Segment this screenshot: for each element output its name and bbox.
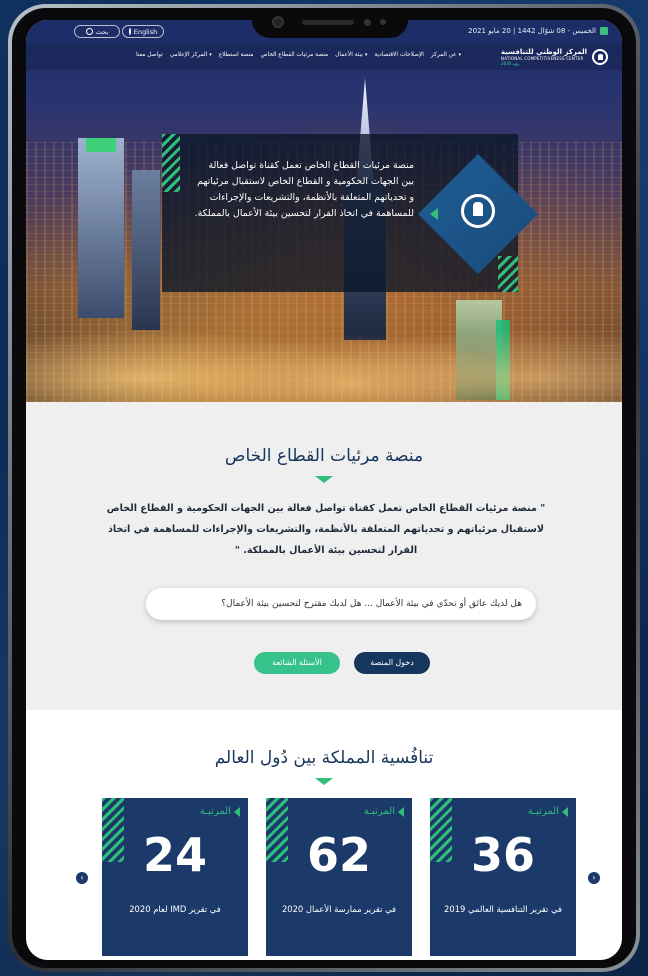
section-title: تنافُسية المملكة بين دُول العالم	[214, 748, 434, 768]
tablet-notch	[252, 8, 408, 38]
slider-next-button[interactable]: ›	[588, 872, 600, 884]
platform-section: منصة مرئيات القطاع الخاص " منصة مرئيات ا…	[26, 402, 622, 710]
rank-value: 24	[142, 828, 207, 882]
emblem-icon	[592, 49, 608, 65]
rank-value: 36	[470, 828, 535, 882]
rank-card[interactable]: المرتبـة 62 في تقرير ممارسة الأعمال 2020	[266, 798, 418, 960]
search-label: بحث	[95, 27, 109, 36]
hero-text: منصة مرئيات القطاع الخاص تعمل كقناة تواص…	[194, 160, 414, 219]
nav-menu: عن المركز ▾ الإصلاحات الاقتصادية بيئة الأ…	[136, 52, 461, 58]
date-display: الخميس - 08 شوّال 1442 | 20 مايو 2021	[468, 27, 608, 35]
nav-item-survey[interactable]: منصة استطلاع	[219, 52, 254, 58]
competitiveness-section: تنافُسية المملكة بين دُول العالم › ‹ الم…	[26, 710, 622, 960]
suggestion-input[interactable]: هل لديك عائق أو تحدّي في بيئة الأعمال ..…	[146, 588, 536, 620]
rank-caption: في تقرير التنافسية العالمي 2019	[444, 904, 562, 914]
speaker-grill	[302, 20, 354, 25]
site-logo[interactable]: المركز الوطني للتنافسية NATIONAL COMPETI…	[501, 48, 608, 66]
search-button[interactable]: بحث	[74, 25, 120, 38]
nav-item-about[interactable]: عن المركز ▾	[431, 52, 461, 58]
title-marker-icon	[315, 476, 333, 483]
slider-prev-button[interactable]: ‹	[76, 872, 88, 884]
tablet-bezel: بحث English الخميس - 08 شوّال 1442 | 20 …	[12, 8, 636, 968]
nav-item-contact[interactable]: تواصل معنا	[136, 52, 163, 58]
chevron-down-icon: ▾	[364, 52, 368, 58]
date-text: الخميس - 08 شوّال 1442 | 20 مايو 2021	[468, 27, 596, 35]
nav-item-reforms[interactable]: الإصلاحات الاقتصادية	[374, 52, 423, 58]
camera-icon	[272, 16, 284, 28]
section-title: منصة مرئيات القطاع الخاص	[224, 446, 424, 466]
rank-value: 62	[306, 828, 371, 882]
rank-card[interactable]: المرتبـة 36 في تقرير التنافسية العالمي 2…	[430, 798, 582, 960]
rank-label: المرتبـة	[200, 806, 240, 817]
faq-button[interactable]: الأسئلة الشائعة	[254, 652, 340, 674]
logo-arabic: المركز الوطني للتنافسية	[501, 48, 587, 56]
rank-caption: في تقرير IMD لعام 2020	[129, 904, 221, 914]
rank-label: المرتبـة	[528, 806, 568, 817]
enter-platform-button[interactable]: دخول المنصة	[354, 652, 430, 674]
language-toggle[interactable]: English	[122, 25, 164, 38]
language-label: English	[133, 27, 158, 36]
decor-stripes	[162, 134, 180, 192]
globe-icon	[128, 28, 131, 35]
nav-item-private-sector[interactable]: منصة مرئيات القطاع الخاص	[261, 52, 329, 58]
search-icon	[85, 28, 93, 35]
nav-item-media[interactable]: المركز الإعلامي ▾	[170, 52, 212, 58]
title-marker-icon	[315, 778, 333, 785]
arrow-left-icon	[430, 208, 438, 220]
calendar-icon	[600, 27, 608, 35]
sensor-dot	[364, 19, 371, 26]
hero-banner: بحث English الخميس - 08 شوّال 1442 | 20 …	[26, 20, 622, 402]
tablet-frame: بحث English الخميس - 08 شوّال 1442 | 20 …	[8, 4, 640, 972]
hero-text-box: منصة مرئيات القطاع الخاص تعمل كقناة تواص…	[162, 134, 538, 292]
sensor-dot	[380, 19, 386, 25]
emblem-icon	[461, 194, 495, 228]
vision-label: رؤية 2030	[501, 61, 520, 66]
nav-item-business-env[interactable]: بيئة الأعمال ▾	[335, 52, 367, 58]
main-navigation: المركز الوطني للتنافسية NATIONAL COMPETI…	[26, 44, 622, 70]
chevron-down-icon: ▾	[209, 52, 212, 58]
platform-description: " منصة مرئيات القطاع الخاص تعمل كقناة تو…	[106, 503, 546, 556]
decor-stripes	[498, 256, 518, 292]
website-screen: بحث English الخميس - 08 شوّال 1442 | 20 …	[26, 20, 622, 960]
chevron-down-icon: ▾	[458, 52, 462, 58]
rank-label: المرتبـة	[364, 806, 404, 817]
rank-caption: في تقرير ممارسة الأعمال 2020	[281, 904, 397, 914]
rank-card[interactable]: المرتبـة 24 في تقرير IMD لعام 2020	[102, 798, 254, 960]
city-lights	[26, 282, 622, 402]
